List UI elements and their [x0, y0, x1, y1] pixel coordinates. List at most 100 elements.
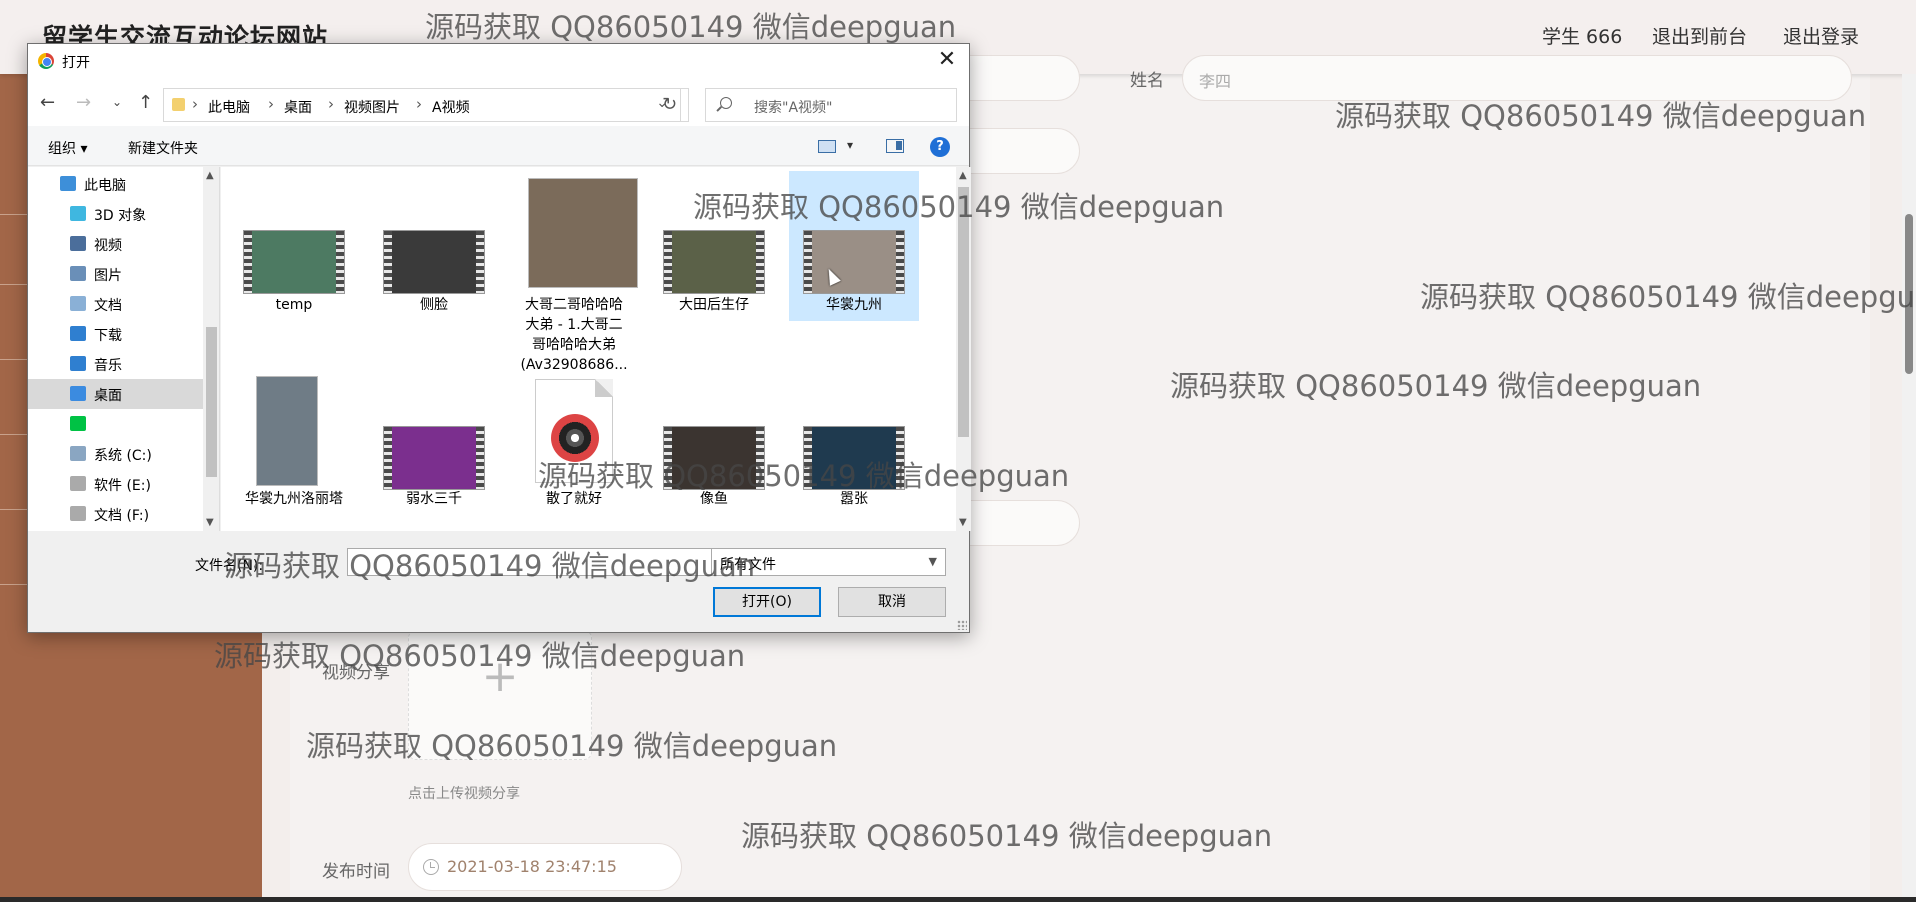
upload-hint: 点击上传视频分享 [408, 786, 520, 802]
recent-chevron-icon[interactable]: ⌄ [112, 95, 122, 109]
nav-item[interactable]: 视频 [28, 229, 203, 259]
drive-icon [70, 446, 86, 461]
close-icon[interactable]: ✕ [925, 44, 969, 78]
sidebar-divider [0, 359, 30, 360]
image-thumbnail-icon [529, 179, 637, 287]
help-icon[interactable]: ? [930, 137, 950, 157]
open-button[interactable]: 打开(O) [713, 587, 821, 617]
file-name: 嚣张 [840, 491, 868, 507]
video-thumbnail-icon [384, 231, 484, 293]
file-name: 侧脸 [420, 297, 448, 313]
file-item[interactable]: 大田后生仔 [649, 171, 779, 321]
nav-item-label: 此电脑 [84, 178, 126, 194]
file-item[interactable]: 弱水三千 [369, 377, 499, 527]
file-list-scrollbar[interactable]: ▲ ▼ [956, 167, 971, 531]
file-item[interactable]: 嚣张 [789, 377, 919, 527]
video-share-label: 视频分享 [322, 663, 390, 683]
filetype-select[interactable]: 所有文件 ▼ [711, 548, 946, 576]
search-input[interactable]: 搜索"A视频" [705, 88, 957, 122]
scroll-down-icon[interactable]: ▼ [959, 517, 967, 528]
publish-time-picker[interactable]: 2021-03-18 23:47:15 [408, 843, 682, 891]
cancel-button[interactable]: 取消 [838, 587, 946, 617]
video-thumbnail-icon [664, 231, 764, 293]
page-scrollbar[interactable] [1902, 74, 1916, 902]
nav-item[interactable]: 音乐 [28, 349, 203, 379]
nav-item[interactable]: 软件 (E:) [28, 469, 203, 499]
organize-menu[interactable]: 组织 ▾ [48, 138, 87, 158]
nav-item[interactable]: 文档 (F:) [28, 499, 203, 529]
file-name: 弱水三千 [406, 491, 462, 507]
music-file-icon [535, 379, 613, 483]
file-list: temp 侧脸 大哥二哥哈哈哈 大弟 - 1.大哥二 哥哈哈哈大弟 (Av32908… [221, 167, 956, 531]
sidebar-divider [0, 214, 30, 215]
scroll-thumb[interactable] [958, 187, 969, 437]
nav-item[interactable]: 此电脑 [28, 169, 203, 199]
new-folder-button[interactable]: 新建文件夹 [128, 138, 198, 158]
plus-icon: + [481, 651, 519, 702]
file-name: 散了就好 [546, 491, 602, 507]
preview-pane-icon[interactable] [886, 139, 904, 153]
nav-item-label: 文档 [94, 298, 122, 314]
file-item[interactable]: 像鱼 [649, 377, 779, 527]
scroll-up-icon[interactable]: ▲ [206, 170, 214, 181]
sidebar-divider [0, 434, 30, 435]
nav-item-label: 软件 (E:) [94, 478, 151, 494]
filename-label: 文件名(N): [195, 558, 264, 574]
computer-icon [60, 176, 76, 191]
nav-item[interactable]: 系统 (C:) [28, 439, 203, 469]
back-arrow-icon[interactable]: ← [40, 92, 55, 113]
file-item[interactable]: temp [229, 171, 359, 321]
file-item[interactable]: 华裳九州 [789, 171, 919, 321]
scroll-thumb[interactable] [1905, 214, 1913, 374]
nav-item[interactable]: 桌面 [28, 379, 203, 409]
breadcrumb-video-pictures[interactable]: 视频图片 [344, 97, 400, 117]
up-arrow-icon[interactable]: ↑ [138, 92, 153, 113]
file-item[interactable]: 侧脸 [369, 171, 499, 321]
forward-arrow-icon[interactable]: → [76, 92, 91, 113]
refresh-icon[interactable]: ↻ [651, 88, 689, 122]
video-thumbnail-icon [804, 427, 904, 489]
file-item[interactable]: 华裳九州洛丽塔 [229, 377, 359, 527]
nav-pane-scrollbar[interactable]: ▲ ▼ [203, 167, 220, 531]
view-mode-icon[interactable] [818, 140, 836, 153]
chevron-right-icon[interactable]: › [268, 95, 274, 113]
user-name-link[interactable]: 学生 666 [1542, 22, 1622, 49]
breadcrumb-a-videos[interactable]: A视频 [432, 97, 470, 117]
name-field[interactable]: 李四 [1182, 55, 1852, 101]
filename-input[interactable] [347, 548, 740, 576]
document-icon [70, 296, 86, 311]
dialog-toolbar: 组织 ▾ 新建文件夹 ▾ ? [28, 126, 969, 166]
nav-item[interactable]: 文档 [28, 289, 203, 319]
clock-icon [423, 859, 439, 875]
nav-item[interactable]: 3D 对象 [28, 199, 203, 229]
nav-item[interactable] [28, 409, 203, 439]
scroll-up-icon[interactable]: ▲ [959, 170, 967, 181]
filetype-value: 所有文件 [720, 557, 776, 573]
chevron-right-icon[interactable]: › [328, 95, 334, 113]
resize-grip-icon[interactable] [957, 620, 967, 630]
file-name: 大哥二哥哈哈哈 大弟 - 1.大哥二 哥哈哈哈大弟 (Av32908686... [520, 297, 628, 373]
sidebar-divider [0, 584, 30, 585]
back-to-front-link[interactable]: 退出到前台 [1652, 22, 1747, 49]
dialog-titlebar: 打开 ✕ [28, 44, 969, 78]
search-icon [720, 97, 732, 109]
file-name: 像鱼 [700, 491, 728, 507]
nav-item[interactable]: 下载 [28, 319, 203, 349]
chevron-right-icon[interactable]: › [192, 95, 198, 113]
chevron-down-icon[interactable]: ▾ [847, 138, 853, 152]
breadcrumb-desktop[interactable]: 桌面 [284, 97, 312, 117]
file-name: 华裳九州 [826, 297, 882, 313]
video-upload-area[interactable]: + [408, 630, 592, 760]
disc-icon [551, 414, 599, 462]
nav-item[interactable]: 图片 [28, 259, 203, 289]
file-name: 华裳九州洛丽塔 [245, 491, 343, 507]
logout-link[interactable]: 退出登录 [1783, 22, 1859, 49]
scroll-thumb[interactable] [206, 327, 217, 477]
file-item[interactable]: 大哥二哥哈哈哈 大弟 - 1.大哥二 哥哈哈哈大弟 (Av32908686... [509, 171, 639, 381]
file-item[interactable]: 散了就好 [509, 377, 639, 527]
scroll-down-icon[interactable]: ▼ [206, 517, 214, 528]
chevron-down-icon: ▼ [928, 555, 937, 568]
breadcrumb-this-pc[interactable]: 此电脑 [208, 97, 250, 117]
address-bar[interactable]: › 此电脑 › 桌面 › 视频图片 › A视频 ⌄ [163, 88, 681, 122]
chevron-right-icon[interactable]: › [416, 95, 422, 113]
